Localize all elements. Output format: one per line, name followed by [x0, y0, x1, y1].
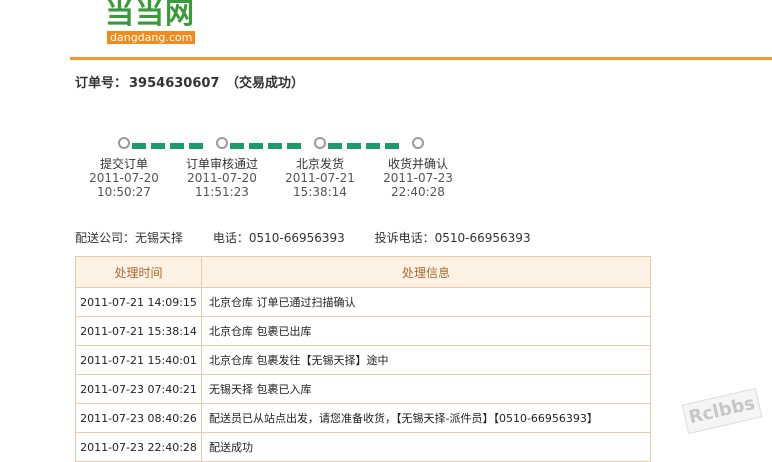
table-row: 2011-07-23 22:40:28 配送成功 — [75, 432, 651, 462]
row-time: 2011-07-21 15:38:14 — [75, 316, 202, 346]
delivery-company: 配送公司：无锡天择 — [75, 231, 184, 245]
step-time: 22:40:28 — [391, 185, 445, 199]
row-info: 无锡天择 包裹已入库 — [201, 374, 651, 404]
order-number-label: 订单号： — [75, 76, 128, 91]
header-info: 处理信息 — [201, 256, 651, 288]
progress-step: 收货并确认 2011-07-23 22:40:28 — [368, 157, 468, 199]
progress-bar-segment — [132, 143, 146, 149]
progress-bar-segment — [170, 143, 184, 149]
step-label: 提交订单 — [99, 157, 148, 171]
shipment-log-table: 处理时间 处理信息 2011-07-21 14:09:15 北京仓库 订单已通过… — [75, 256, 651, 462]
step-date: 2011-07-21 — [285, 171, 355, 185]
step-date: 2011-07-23 — [383, 171, 453, 185]
progress-step: 订单审核通过 2011-07-20 11:51:23 — [172, 157, 272, 199]
row-info: 北京仓库 包裹已出库 — [201, 316, 651, 346]
progress-node — [314, 137, 326, 149]
table-row: 2011-07-21 14:09:15 北京仓库 订单已通过扫描确认 — [75, 287, 651, 317]
progress-node — [216, 137, 228, 149]
progress-bar-segment — [328, 143, 342, 149]
header-time: 处理时间 — [75, 256, 202, 288]
step-date: 2011-07-20 — [187, 171, 257, 185]
progress-bar-segment — [230, 143, 244, 149]
row-time: 2011-07-23 22:40:28 — [75, 432, 202, 462]
table-row: 2011-07-23 07:40:21 无锡天择 包裹已入库 — [75, 374, 651, 404]
order-title: 订单号： 3954630607 （交易成功） — [75, 72, 306, 91]
step-time: 15:38:14 — [293, 185, 347, 199]
logo-domain-text: dangdang.com — [107, 31, 196, 44]
row-time: 2011-07-21 14:09:15 — [75, 287, 202, 317]
row-info: 配送员已从站点出发，请您准备收货，【无锡天择-派件员】【0510-6695639… — [201, 403, 651, 433]
progress-bar-segment — [347, 143, 361, 149]
row-info: 北京仓库 包裹发往【无锡天择】途中 — [201, 345, 651, 375]
order-status: （交易成功） — [226, 76, 305, 91]
progress-bar-segment — [151, 143, 165, 149]
logo-chinese-text: 当当网 — [105, 0, 196, 30]
row-time: 2011-07-21 15:40:01 — [75, 345, 202, 375]
step-label: 订单审核通过 — [185, 157, 258, 171]
table-row: 2011-07-21 15:38:14 北京仓库 包裹已出库 — [75, 316, 651, 346]
order-number: 3954630607 — [129, 76, 220, 91]
progress-node — [118, 137, 130, 149]
progress-bar-segment — [287, 143, 301, 149]
step-label: 收货并确认 — [387, 157, 448, 171]
row-time: 2011-07-23 08:40:26 — [75, 403, 202, 433]
order-progress-track — [118, 137, 426, 153]
row-time: 2011-07-23 07:40:21 — [75, 374, 202, 404]
table-header-row: 处理时间 处理信息 — [75, 256, 651, 288]
table-row: 2011-07-23 08:40:26 配送员已从站点出发，请您准备收货，【无锡… — [75, 403, 651, 433]
progress-node — [412, 137, 424, 149]
progress-bar-segment — [189, 143, 203, 149]
row-info: 配送成功 — [201, 432, 651, 462]
step-label: 北京发货 — [295, 157, 344, 171]
progress-bar-segment — [268, 143, 282, 149]
step-date: 2011-07-20 — [89, 171, 159, 185]
dangdang-logo[interactable]: 当当网 dangdang.com — [105, 0, 196, 45]
header-divider — [70, 57, 772, 60]
rclbbs-watermark: Rclbbs — [681, 387, 763, 435]
progress-step: 北京发货 2011-07-21 15:38:14 — [270, 157, 370, 199]
step-time: 10:50:27 — [97, 185, 151, 199]
delivery-info: 配送公司：无锡天择 电话：0510-66956393 投诉电话：0510-669… — [75, 229, 557, 246]
table-row: 2011-07-21 15:40:01 北京仓库 包裹发往【无锡天择】途中 — [75, 345, 651, 375]
delivery-phone: 电话：0510-66956393 — [212, 231, 345, 245]
row-info: 北京仓库 订单已通过扫描确认 — [201, 287, 651, 317]
progress-step: 提交订单 2011-07-20 10:50:27 — [74, 157, 174, 199]
progress-bar-segment — [366, 143, 380, 149]
progress-bar-segment — [249, 143, 263, 149]
progress-bar-segment — [385, 143, 399, 149]
complaint-phone: 投诉电话：0510-66956393 — [374, 231, 531, 245]
step-time: 11:51:23 — [195, 185, 249, 199]
